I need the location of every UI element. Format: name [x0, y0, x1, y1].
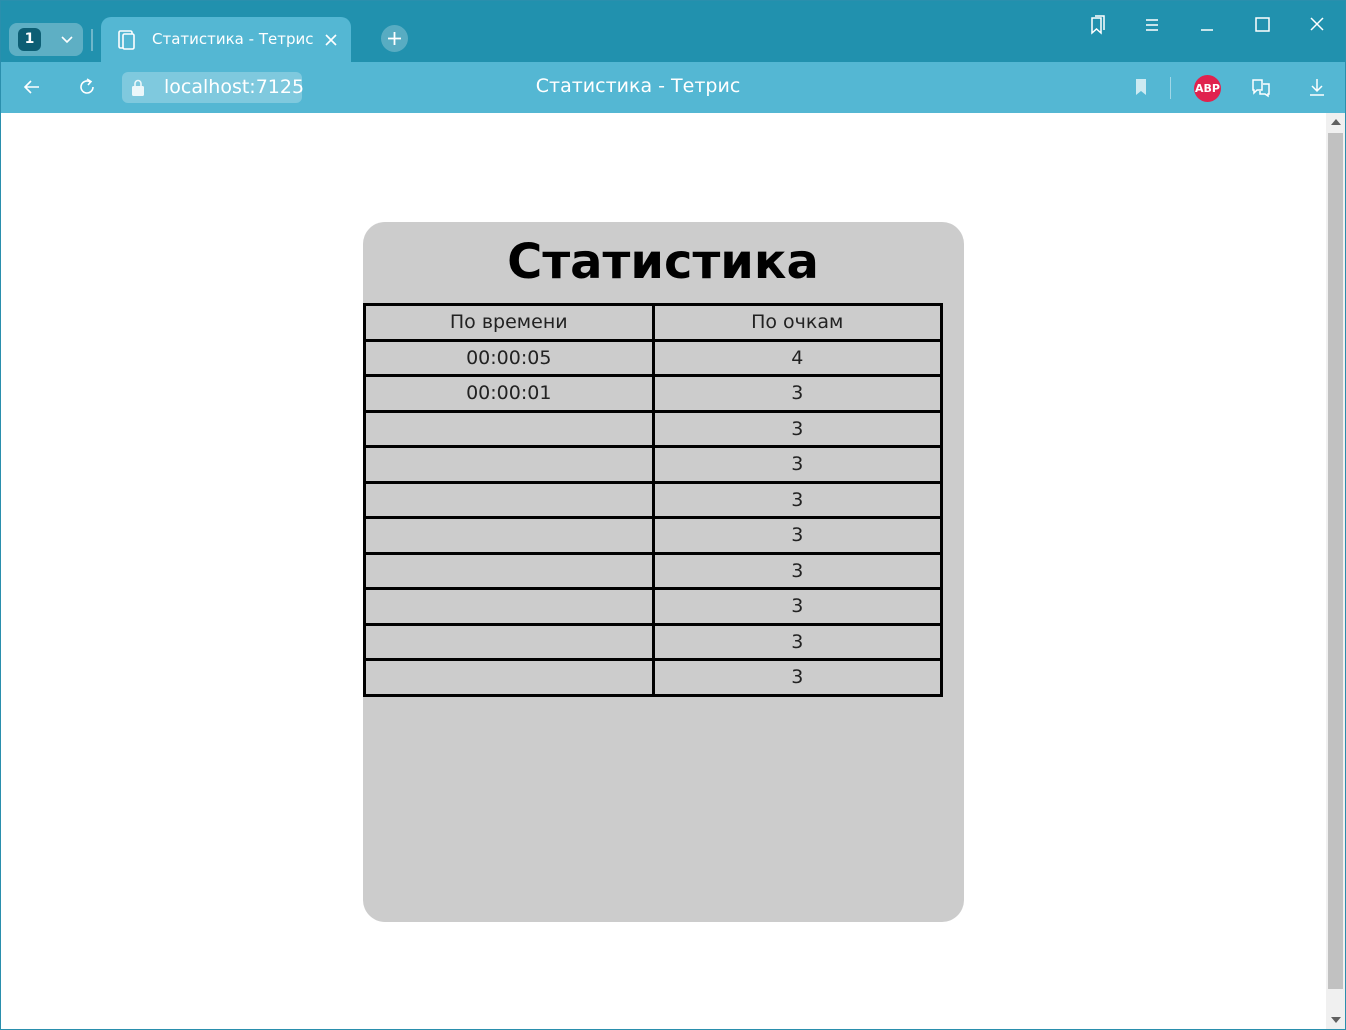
- time-cell: 00:00:05: [363, 338, 655, 377]
- toolbar-separator: [1170, 77, 1171, 99]
- table-header-row: По времени По очкам: [363, 303, 943, 342]
- column-header-score: По очкам: [651, 303, 943, 342]
- stats-table: По времени По очкам 00:00:05 4 00:00:01 3 …: [363, 303, 943, 697]
- time-cell: [363, 587, 655, 626]
- tab-count-badge: 1: [18, 28, 41, 51]
- title-bar: 1 Статистика - Тетрис: [1, 1, 1345, 62]
- score-cell: 3: [651, 374, 943, 413]
- table-row: 3: [363, 480, 943, 519]
- table-row: 00:00:01 3: [363, 374, 943, 413]
- vertical-scrollbar[interactable]: [1326, 113, 1345, 1029]
- score-cell: 3: [651, 587, 943, 626]
- stats-heading: Статистика: [507, 234, 819, 290]
- time-cell: 00:00:01: [363, 374, 655, 413]
- bookmarks-panel-icon[interactable]: [1085, 13, 1109, 37]
- time-cell: [363, 658, 655, 697]
- maximize-icon[interactable]: [1250, 13, 1274, 37]
- page-viewport: Статистика По времени По очкам 00:00:05 4…: [1, 113, 1326, 1029]
- translate-icon[interactable]: [1249, 75, 1273, 99]
- address-bar-row: localhost:7125 Статистика - Тетрис ABP: [1, 62, 1345, 113]
- table-row: 3: [363, 445, 943, 484]
- download-icon[interactable]: [1305, 75, 1329, 99]
- table-row: 3: [363, 658, 943, 697]
- time-cell: [363, 551, 655, 590]
- time-cell: [363, 622, 655, 661]
- new-tab-icon[interactable]: [381, 25, 408, 52]
- bookmark-icon[interactable]: [1129, 75, 1153, 99]
- tab-separator: [91, 29, 93, 51]
- stats-panel: Статистика По времени По очкам 00:00:05 4…: [363, 222, 964, 922]
- score-cell: 3: [651, 445, 943, 484]
- scrollbar-thumb[interactable]: [1328, 133, 1343, 989]
- time-cell: [363, 409, 655, 448]
- close-tab-icon[interactable]: [321, 30, 341, 50]
- score-cell: 3: [651, 409, 943, 448]
- score-cell: 3: [651, 480, 943, 519]
- scroll-down-arrow-icon[interactable]: [1331, 1017, 1341, 1023]
- adblock-icon[interactable]: ABP: [1194, 75, 1221, 102]
- table-row: 3: [363, 587, 943, 626]
- chevron-down-icon: [61, 36, 73, 44]
- tab-count-button[interactable]: 1: [9, 23, 83, 56]
- score-cell: 3: [651, 516, 943, 555]
- page-icon: [118, 30, 135, 50]
- score-cell: 3: [651, 658, 943, 697]
- table-row: 00:00:05 4: [363, 338, 943, 377]
- table-row: 3: [363, 622, 943, 661]
- table-row: 3: [363, 516, 943, 555]
- time-cell: [363, 480, 655, 519]
- menu-icon[interactable]: [1140, 13, 1164, 37]
- score-cell: 3: [651, 622, 943, 661]
- close-window-icon[interactable]: [1305, 13, 1329, 37]
- scroll-up-arrow-icon[interactable]: [1331, 119, 1341, 125]
- page-title: Статистика - Тетрис: [535, 75, 741, 97]
- table-row: 3: [363, 409, 943, 448]
- time-cell: [363, 516, 655, 555]
- column-header-time: По времени: [363, 303, 655, 342]
- table-row: 3: [363, 551, 943, 590]
- score-cell: 3: [651, 551, 943, 590]
- minimize-icon[interactable]: [1195, 13, 1219, 37]
- browser-window: 1 Статистика - Тетрис localhost:7125 Ста…: [0, 0, 1346, 1030]
- score-cell: 4: [651, 338, 943, 377]
- tab-title: Статистика - Тетрис: [152, 30, 314, 48]
- time-cell: [363, 445, 655, 484]
- active-tab[interactable]: Статистика - Тетрис: [101, 17, 351, 62]
